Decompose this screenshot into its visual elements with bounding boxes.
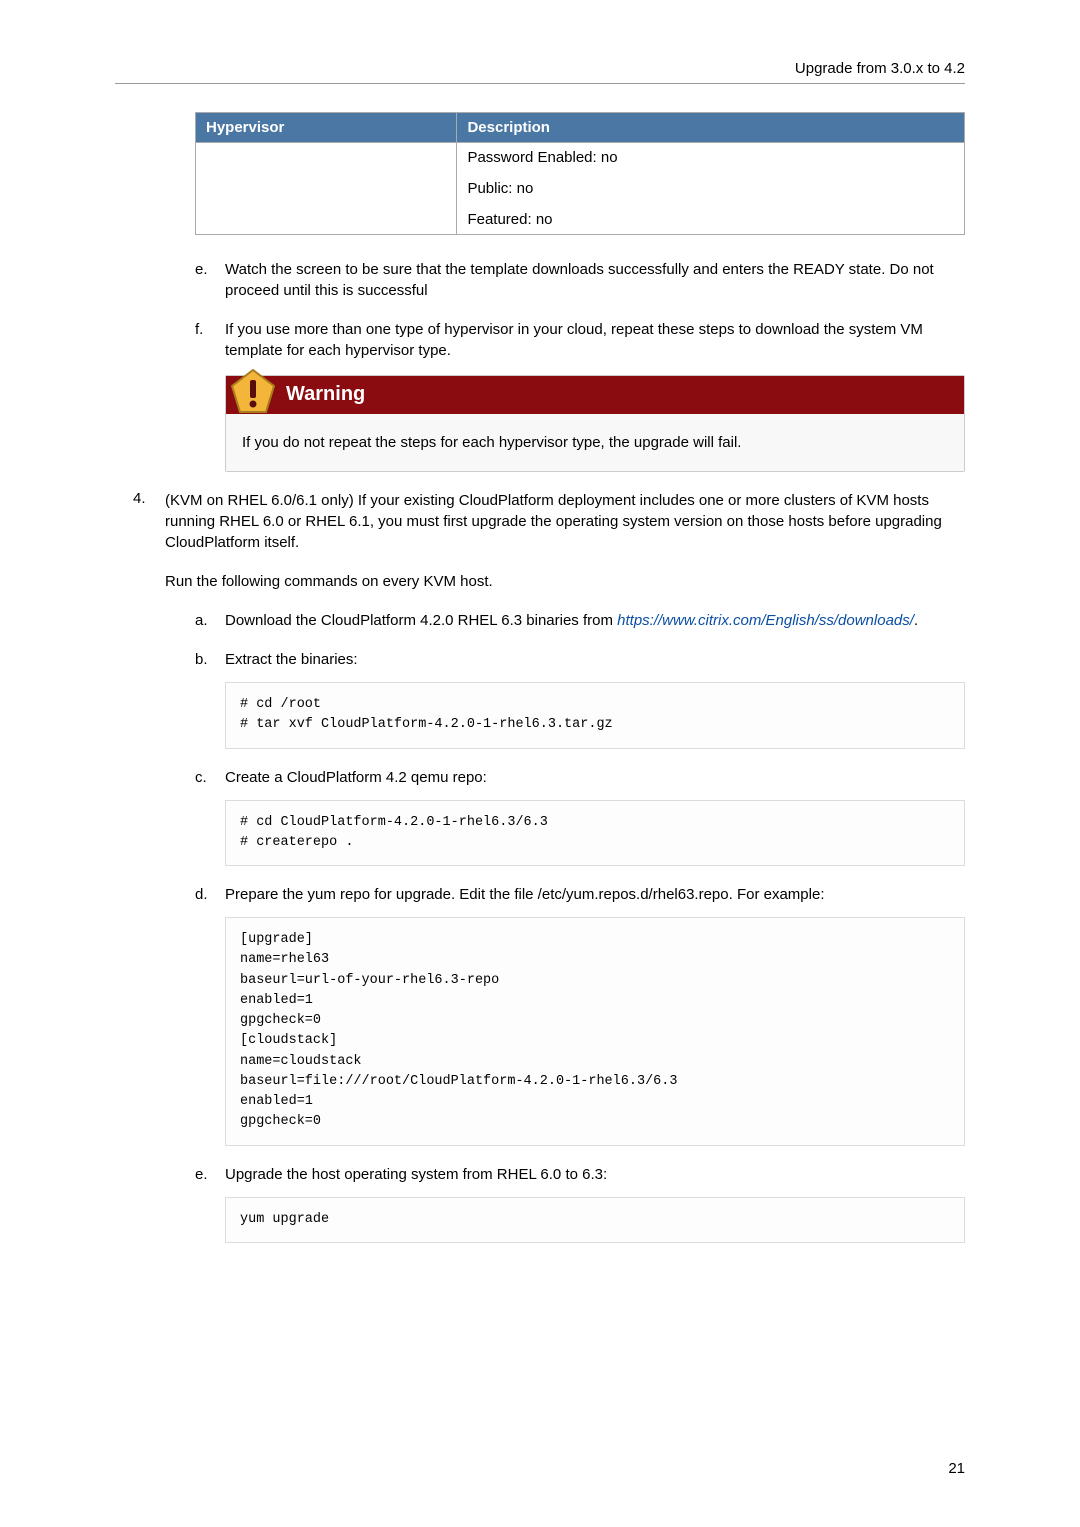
step-e: e. Watch the screen to be sure that the …	[195, 259, 965, 301]
substep-b: b. Extract the binaries: # cd /root # ta…	[195, 649, 965, 749]
marker: c.	[195, 767, 207, 788]
substep-c: c. Create a CloudPlatform 4.2 qemu repo:…	[195, 767, 965, 867]
warning-title: Warning	[286, 383, 365, 405]
step-text: Watch the screen to be sure that the tem…	[225, 261, 934, 299]
step4-run: Run the following commands on every KVM …	[165, 571, 965, 592]
steps-ef: e. Watch the screen to be sure that the …	[195, 259, 965, 472]
cell-line: Password Enabled: no	[467, 149, 954, 166]
code-block-upgrade: yum upgrade	[225, 1197, 965, 1243]
substep-d-text: Prepare the yum repo for upgrade. Edit t…	[225, 886, 824, 903]
page-number: 21	[948, 1460, 965, 1477]
table-row: Password Enabled: no Public: no Featured…	[196, 143, 965, 235]
warning-admonition: Warning If you do not repeat the steps f…	[225, 375, 965, 472]
substep-e: e. Upgrade the host operating system fro…	[195, 1164, 965, 1243]
code-block-repo: [upgrade] name=rhel63 baseurl=url-of-you…	[225, 917, 965, 1146]
substep-c-text: Create a CloudPlatform 4.2 qemu repo:	[225, 769, 487, 786]
cell-line: Featured: no	[467, 211, 954, 228]
marker: b.	[195, 649, 208, 670]
substep-a-post: .	[914, 612, 918, 629]
warning-icon	[228, 366, 278, 424]
marker: a.	[195, 610, 208, 631]
code-block-qemu: # cd CloudPlatform-4.2.0-1-rhel6.3/6.3 #…	[225, 800, 965, 867]
substep-e-text: Upgrade the host operating system from R…	[225, 1166, 607, 1183]
page-header: Upgrade from 3.0.x to 4.2	[115, 60, 965, 84]
cell-hypervisor	[196, 143, 457, 235]
cell-description: Password Enabled: no Public: no Featured…	[457, 143, 965, 235]
page: Upgrade from 3.0.x to 4.2 Hypervisor Des…	[0, 0, 1080, 1243]
download-link[interactable]: https://www.citrix.com/English/ss/downlo…	[617, 612, 914, 629]
warning-body: If you do not repeat the steps for each …	[226, 414, 964, 471]
cell-line: Public: no	[467, 180, 954, 197]
th-hypervisor: Hypervisor	[196, 113, 457, 143]
step4-substeps: a. Download the CloudPlatform 4.2.0 RHEL…	[195, 610, 965, 1243]
marker: e.	[195, 1164, 208, 1185]
substep-a-pre: Download the CloudPlatform 4.2.0 RHEL 6.…	[225, 612, 617, 629]
substep-d: d. Prepare the yum repo for upgrade. Edi…	[195, 884, 965, 1146]
th-description: Description	[457, 113, 965, 143]
content: Hypervisor Description Password Enabled:…	[115, 112, 965, 1243]
hypervisor-table: Hypervisor Description Password Enabled:…	[195, 112, 965, 235]
step-4: 4. (KVM on RHEL 6.0/6.1 only) If your ex…	[115, 490, 965, 1243]
marker: f.	[195, 319, 203, 340]
step-f: f. If you use more than one type of hype…	[195, 319, 965, 472]
substep-b-text: Extract the binaries:	[225, 651, 358, 668]
substep-a: a. Download the CloudPlatform 4.2.0 RHEL…	[195, 610, 965, 631]
marker: 4.	[133, 490, 146, 507]
step4-intro: (KVM on RHEL 6.0/6.1 only) If your exist…	[165, 490, 965, 553]
code-block-extract: # cd /root # tar xvf CloudPlatform-4.2.0…	[225, 682, 965, 749]
step-text: If you use more than one type of hypervi…	[225, 321, 923, 359]
marker: d.	[195, 884, 208, 905]
marker: e.	[195, 259, 208, 280]
warning-head: Warning	[226, 376, 964, 414]
